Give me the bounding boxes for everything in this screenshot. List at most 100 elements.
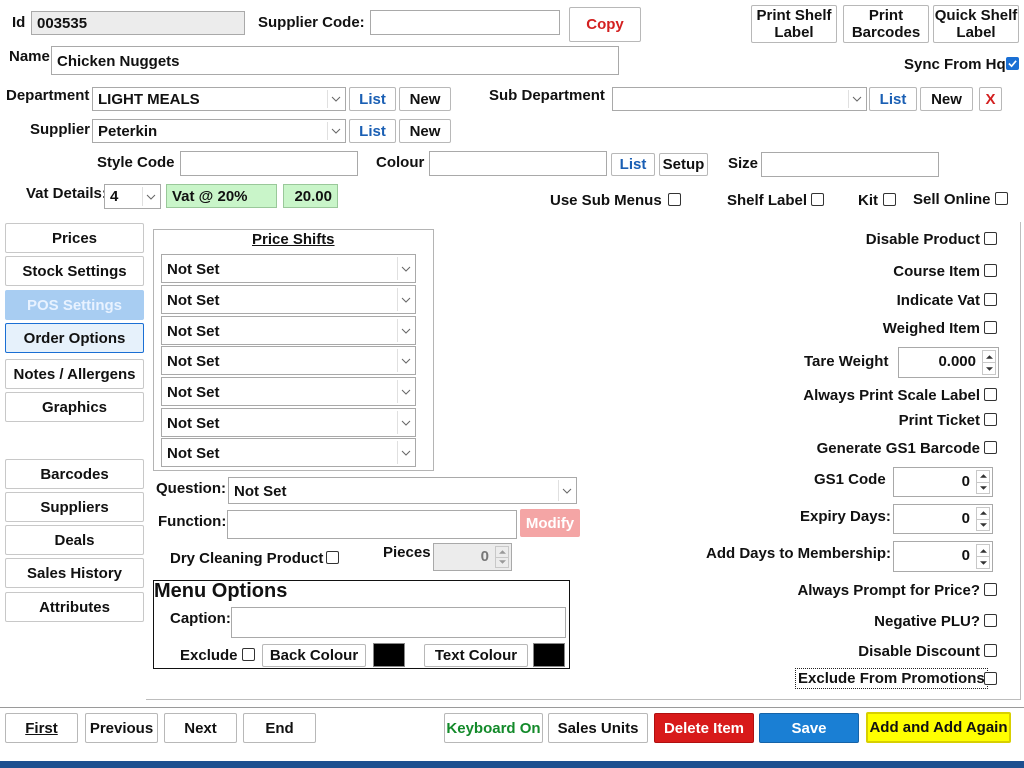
sub-department-list-button[interactable]: List	[869, 87, 917, 111]
name-field[interactable]: Chicken Nuggets	[51, 46, 619, 75]
delete-item-button[interactable]: Delete Item	[654, 713, 754, 743]
supplier-list-button[interactable]: List	[349, 119, 396, 143]
stepper-up-icon[interactable]	[983, 351, 995, 362]
question-select[interactable]: Not Set	[228, 477, 577, 504]
first-button[interactable]: First	[5, 713, 78, 743]
tare-weight-stepper[interactable]: 0.000	[898, 347, 999, 378]
always-prompt-price-checkbox[interactable]	[984, 583, 997, 596]
style-code-field[interactable]	[180, 151, 358, 176]
print-barcodes-button[interactable]: Print Barcodes	[843, 5, 929, 43]
course-item-checkbox[interactable]	[984, 264, 997, 277]
use-sub-menus-label: Use Sub Menus	[550, 192, 662, 209]
supplier-new-button[interactable]: New	[399, 119, 451, 143]
keyboard-on-button[interactable]: Keyboard On	[444, 713, 543, 743]
add-and-add-again-button[interactable]: Add and Add Again	[866, 712, 1011, 743]
stepper-up-icon[interactable]	[977, 545, 989, 556]
exclude-promotions-checkbox[interactable]	[984, 672, 997, 685]
quick-shelf-label-button[interactable]: Quick Shelf Label	[933, 5, 1019, 43]
pieces-label: Pieces	[383, 544, 431, 561]
sales-units-button[interactable]: Sales Units	[548, 713, 648, 743]
save-button[interactable]: Save	[759, 713, 859, 743]
supplier-select[interactable]: Peterkin	[92, 119, 346, 143]
generate-gs1-checkbox[interactable]	[984, 441, 997, 454]
disable-product-checkbox[interactable]	[984, 232, 997, 245]
chevron-down-icon	[558, 480, 574, 501]
indicate-vat-checkbox[interactable]	[984, 293, 997, 306]
shelf-label-checkbox[interactable]	[811, 193, 824, 206]
kit-checkbox[interactable]	[883, 193, 896, 206]
negative-plu-label: Negative PLU?	[874, 613, 980, 630]
id-label: Id	[12, 14, 26, 31]
add-days-membership-stepper[interactable]: 0	[893, 541, 993, 572]
dry-cleaning-checkbox[interactable]	[326, 551, 339, 564]
department-select[interactable]: LIGHT MEALS	[92, 87, 346, 111]
use-sub-menus-checkbox[interactable]	[668, 193, 681, 206]
stepper-up-icon[interactable]	[977, 471, 989, 482]
stepper-down-icon[interactable]	[977, 481, 989, 494]
sub-department-select[interactable]	[612, 87, 867, 111]
department-list-button[interactable]: List	[349, 87, 396, 111]
colour-field[interactable]	[429, 151, 607, 176]
tab-barcodes[interactable]: Barcodes	[5, 459, 144, 489]
question-value: Not Set	[234, 483, 287, 500]
tab-notes-allergens[interactable]: Notes / Allergens	[5, 359, 144, 389]
expiry-days-stepper[interactable]: 0	[893, 504, 993, 534]
price-shift-select[interactable]: Not Set	[161, 285, 416, 314]
colour-list-button[interactable]: List	[611, 153, 655, 176]
back-colour-swatch[interactable]	[373, 643, 405, 667]
stepper-up-icon[interactable]	[977, 508, 989, 519]
tab-order-options[interactable]: Order Options	[5, 323, 144, 353]
price-shift-select[interactable]: Not Set	[161, 316, 416, 345]
colour-setup-button[interactable]: Setup	[659, 153, 708, 176]
exclude-checkbox[interactable]	[242, 648, 255, 661]
pieces-stepper[interactable]: 0	[433, 543, 512, 571]
sync-from-hq-checkbox[interactable]	[1006, 57, 1019, 70]
stepper-up-icon[interactable]	[496, 547, 508, 557]
negative-plu-checkbox[interactable]	[984, 614, 997, 627]
stepper-down-icon[interactable]	[977, 518, 989, 531]
function-field[interactable]	[227, 510, 517, 539]
price-shift-select[interactable]: Not Set	[161, 408, 416, 437]
copy-button[interactable]: Copy	[569, 7, 641, 42]
stepper-down-icon[interactable]	[983, 362, 995, 374]
tab-stock-settings[interactable]: Stock Settings	[5, 256, 144, 286]
tab-pos-settings[interactable]: POS Settings	[5, 290, 144, 320]
price-shift-select[interactable]: Not Set	[161, 254, 416, 283]
tab-attributes[interactable]: Attributes	[5, 592, 144, 622]
print-ticket-checkbox[interactable]	[984, 413, 997, 426]
tab-deals[interactable]: Deals	[5, 525, 144, 555]
price-shift-value: Not Set	[167, 415, 220, 432]
gs1-code-stepper[interactable]: 0	[893, 467, 993, 497]
print-shelf-label-button[interactable]: Print Shelf Label	[751, 5, 837, 43]
tab-sales-history[interactable]: Sales History	[5, 558, 144, 588]
caption-field[interactable]	[231, 607, 566, 638]
sub-department-remove-button[interactable]: X	[979, 87, 1002, 111]
chevron-down-icon	[397, 441, 413, 464]
price-shift-select[interactable]: Not Set	[161, 438, 416, 467]
stepper-down-icon[interactable]	[977, 556, 989, 568]
supplier-value: Peterkin	[98, 123, 158, 140]
size-field[interactable]	[761, 152, 939, 177]
always-print-scale-checkbox[interactable]	[984, 388, 997, 401]
vat-code-select[interactable]: 4	[104, 184, 161, 209]
department-new-button[interactable]: New	[399, 87, 451, 111]
back-colour-button[interactable]: Back Colour	[262, 644, 366, 667]
modify-button[interactable]: Modify	[520, 509, 580, 537]
tab-prices[interactable]: Prices	[5, 223, 144, 253]
tab-suppliers[interactable]: Suppliers	[5, 492, 144, 522]
supplier-code-field[interactable]	[370, 10, 560, 35]
id-field[interactable]: 003535	[31, 11, 245, 35]
disable-discount-checkbox[interactable]	[984, 644, 997, 657]
previous-button[interactable]: Previous	[85, 713, 158, 743]
stepper-down-icon[interactable]	[496, 556, 508, 568]
price-shift-select[interactable]: Not Set	[161, 346, 416, 375]
text-colour-button[interactable]: Text Colour	[424, 644, 528, 667]
sell-online-checkbox[interactable]	[995, 192, 1008, 205]
weighed-item-checkbox[interactable]	[984, 321, 997, 334]
price-shift-select[interactable]: Not Set	[161, 377, 416, 406]
tab-graphics[interactable]: Graphics	[5, 392, 144, 422]
end-button[interactable]: End	[243, 713, 316, 743]
sub-department-new-button[interactable]: New	[920, 87, 973, 111]
next-button[interactable]: Next	[164, 713, 237, 743]
text-colour-swatch[interactable]	[533, 643, 565, 667]
